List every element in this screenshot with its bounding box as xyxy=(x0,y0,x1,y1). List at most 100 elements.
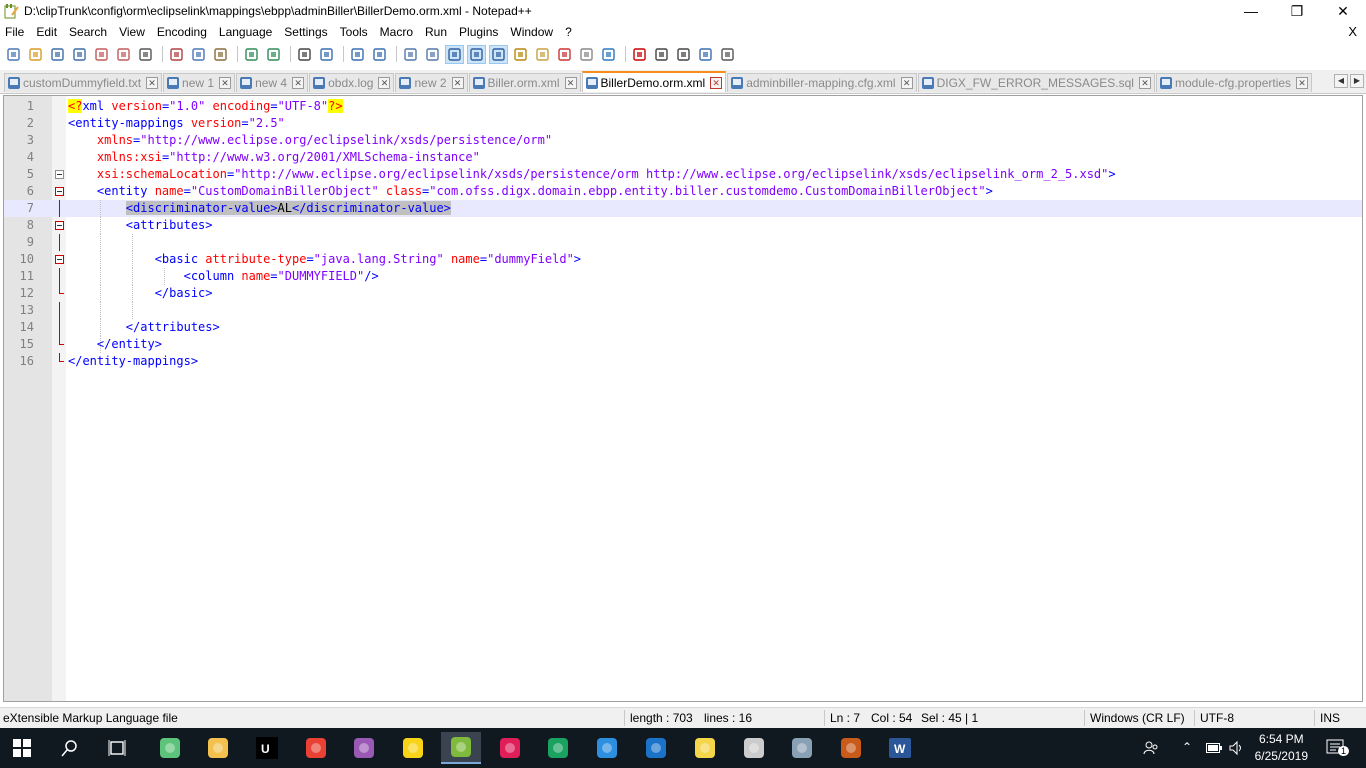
chrome-icon[interactable] xyxy=(296,732,336,764)
people-icon[interactable] xyxy=(1143,740,1159,759)
fold-toggle-icon[interactable] xyxy=(55,221,64,230)
menu-tools[interactable]: Tools xyxy=(334,25,374,39)
copy-icon[interactable] xyxy=(189,45,208,64)
code-line[interactable]: 12 </basic> xyxy=(4,285,1362,302)
notification-icon[interactable]: 1 xyxy=(1326,738,1350,761)
tab-new-4[interactable]: new 4 ✕ xyxy=(236,73,309,92)
tab-close-icon[interactable]: ✕ xyxy=(564,77,577,89)
new-file-icon[interactable] xyxy=(4,45,23,64)
redo-icon[interactable] xyxy=(264,45,283,64)
notepadpp-icon[interactable] xyxy=(441,732,481,764)
fold-toggle-icon[interactable] xyxy=(55,170,64,179)
tab-obdx-log[interactable]: obdx.log ✕ xyxy=(309,73,395,92)
code-line[interactable]: 16 </entity-mappings> xyxy=(4,353,1362,370)
tab-biller-orm-xml[interactable]: Biller.orm.xml ✕ xyxy=(468,73,581,92)
vscode-icon[interactable] xyxy=(587,732,627,764)
cut-icon[interactable] xyxy=(167,45,186,64)
maximize-button[interactable]: ❐ xyxy=(1274,0,1320,22)
close-icon[interactable] xyxy=(92,45,111,64)
code-line[interactable]: 6 <entity name="CustomDomainBillerObject… xyxy=(4,183,1362,200)
play-multiple-macro-icon[interactable] xyxy=(696,45,715,64)
code-line[interactable]: 9 xyxy=(4,234,1362,251)
code-line[interactable]: 13 xyxy=(4,302,1362,319)
save-macro-icon[interactable] xyxy=(718,45,737,64)
tab-close-icon[interactable]: ✕ xyxy=(292,77,305,89)
tab-customdummyfield-txt[interactable]: customDummyfield.txt ✕ xyxy=(4,73,163,92)
code-line[interactable]: 3 xmlns="http://www.eclipse.org/eclipsel… xyxy=(4,132,1362,149)
clock[interactable]: 6:54 PM 6/25/2019 xyxy=(1255,731,1308,765)
code-line[interactable]: 4 xmlns:xsi="http://www.w3.org/2001/XMLS… xyxy=(4,149,1362,166)
game-icon[interactable] xyxy=(831,732,871,764)
status-encoding[interactable]: UTF-8 xyxy=(1200,711,1234,725)
find-icon[interactable] xyxy=(295,45,314,64)
tab-close-icon[interactable]: ✕ xyxy=(710,76,723,89)
tab-close-icon[interactable]: ✕ xyxy=(900,77,913,89)
tab-new-2[interactable]: new 2 ✕ xyxy=(395,73,468,92)
tab-adminbiller-mapping-cfg-xml[interactable]: adminbiller-mapping.cfg.xml ✕ xyxy=(727,73,917,92)
code-line[interactable]: 2 <entity-mappings version="2.5" xyxy=(4,115,1362,132)
terminal-icon[interactable] xyxy=(734,732,774,764)
close-document-button[interactable]: X xyxy=(1348,24,1357,39)
code-line[interactable]: 1 <?xml version="1.0" encoding="UTF-8"?> xyxy=(4,98,1362,115)
code-line[interactable]: 7 <discriminator-value>AL</discriminator… xyxy=(4,200,1362,217)
open-file-icon[interactable] xyxy=(26,45,45,64)
menu-plugins[interactable]: Plugins xyxy=(453,25,504,39)
menu-run[interactable]: Run xyxy=(419,25,453,39)
paste-icon[interactable] xyxy=(211,45,230,64)
menu-language[interactable]: Language xyxy=(213,25,278,39)
function-list-icon[interactable] xyxy=(555,45,574,64)
app-icon[interactable] xyxy=(344,732,384,764)
tab-close-icon[interactable]: ✕ xyxy=(1296,77,1309,89)
tab-close-icon[interactable]: ✕ xyxy=(378,77,391,89)
battery-icon[interactable] xyxy=(1206,742,1222,756)
menu-view[interactable]: View xyxy=(113,25,151,39)
intellij-icon[interactable]: U xyxy=(247,732,287,764)
fold-toggle-icon[interactable] xyxy=(55,187,64,196)
indent-guide-icon[interactable] xyxy=(489,44,508,64)
tab-scroll-left-icon[interactable]: ◀ xyxy=(1334,74,1348,88)
atom-icon[interactable] xyxy=(150,732,190,764)
volume-icon[interactable] xyxy=(1228,740,1244,759)
tab-billerdemo-orm-xml[interactable]: BillerDemo.orm.xml ✕ xyxy=(581,71,727,92)
code-line[interactable]: 8 <attributes> xyxy=(4,217,1362,234)
fold-toggle-icon[interactable] xyxy=(55,255,64,264)
menu-file[interactable]: File xyxy=(0,25,30,39)
undo-icon[interactable] xyxy=(242,45,261,64)
tab-close-icon[interactable]: ✕ xyxy=(146,77,159,89)
menu-edit[interactable]: Edit xyxy=(30,25,63,39)
bulb-icon[interactable] xyxy=(685,732,725,764)
save-icon[interactable] xyxy=(48,45,67,64)
close-all-icon[interactable] xyxy=(114,45,133,64)
menu-window[interactable]: Window xyxy=(504,25,559,39)
doc-map-icon[interactable] xyxy=(533,45,552,64)
menu-settings[interactable]: Settings xyxy=(278,25,333,39)
word-wrap-icon[interactable] xyxy=(445,44,464,64)
play-macro-icon[interactable] xyxy=(674,45,693,64)
monitoring-icon[interactable] xyxy=(599,45,618,64)
word-icon[interactable]: W xyxy=(880,732,920,764)
start-icon[interactable] xyxy=(2,732,42,764)
tab-close-icon[interactable]: ✕ xyxy=(451,77,464,89)
tray-expand-icon[interactable]: ⌃ xyxy=(1182,740,1192,754)
menu-help[interactable]: ? xyxy=(559,25,578,39)
code-line[interactable]: 15 </entity> xyxy=(4,336,1362,353)
tab-close-icon[interactable]: ✕ xyxy=(219,77,232,89)
tab-digx-fw-error-messages-sql[interactable]: DIGX_FW_ERROR_MESSAGES.sql ✕ xyxy=(917,73,1155,92)
zoom-in-icon[interactable] xyxy=(348,45,367,64)
code-line[interactable]: 14 </attributes> xyxy=(4,319,1362,336)
tab-new-1[interactable]: new 1 ✕ xyxy=(163,73,236,92)
sync-vertical-icon[interactable] xyxy=(401,45,420,64)
minimize-button[interactable]: — xyxy=(1228,0,1274,22)
code-line[interactable]: 11 <column name="DUMMYFIELD"/> xyxy=(4,268,1362,285)
print-icon[interactable] xyxy=(136,45,155,64)
sticky-notes-icon[interactable] xyxy=(393,732,433,764)
tab-close-icon[interactable]: ✕ xyxy=(1138,77,1151,89)
task-view-icon[interactable] xyxy=(97,732,137,764)
status-eol[interactable]: Windows (CR LF) xyxy=(1090,711,1185,725)
menu-encoding[interactable]: Encoding xyxy=(151,25,213,39)
file-explorer-icon[interactable] xyxy=(198,732,238,764)
code-line[interactable]: 10 <basic attribute-type="java.lang.Stri… xyxy=(4,251,1362,268)
zoom-out-icon[interactable] xyxy=(370,45,389,64)
udl-icon[interactable] xyxy=(511,45,530,64)
save-all-icon[interactable] xyxy=(70,45,89,64)
